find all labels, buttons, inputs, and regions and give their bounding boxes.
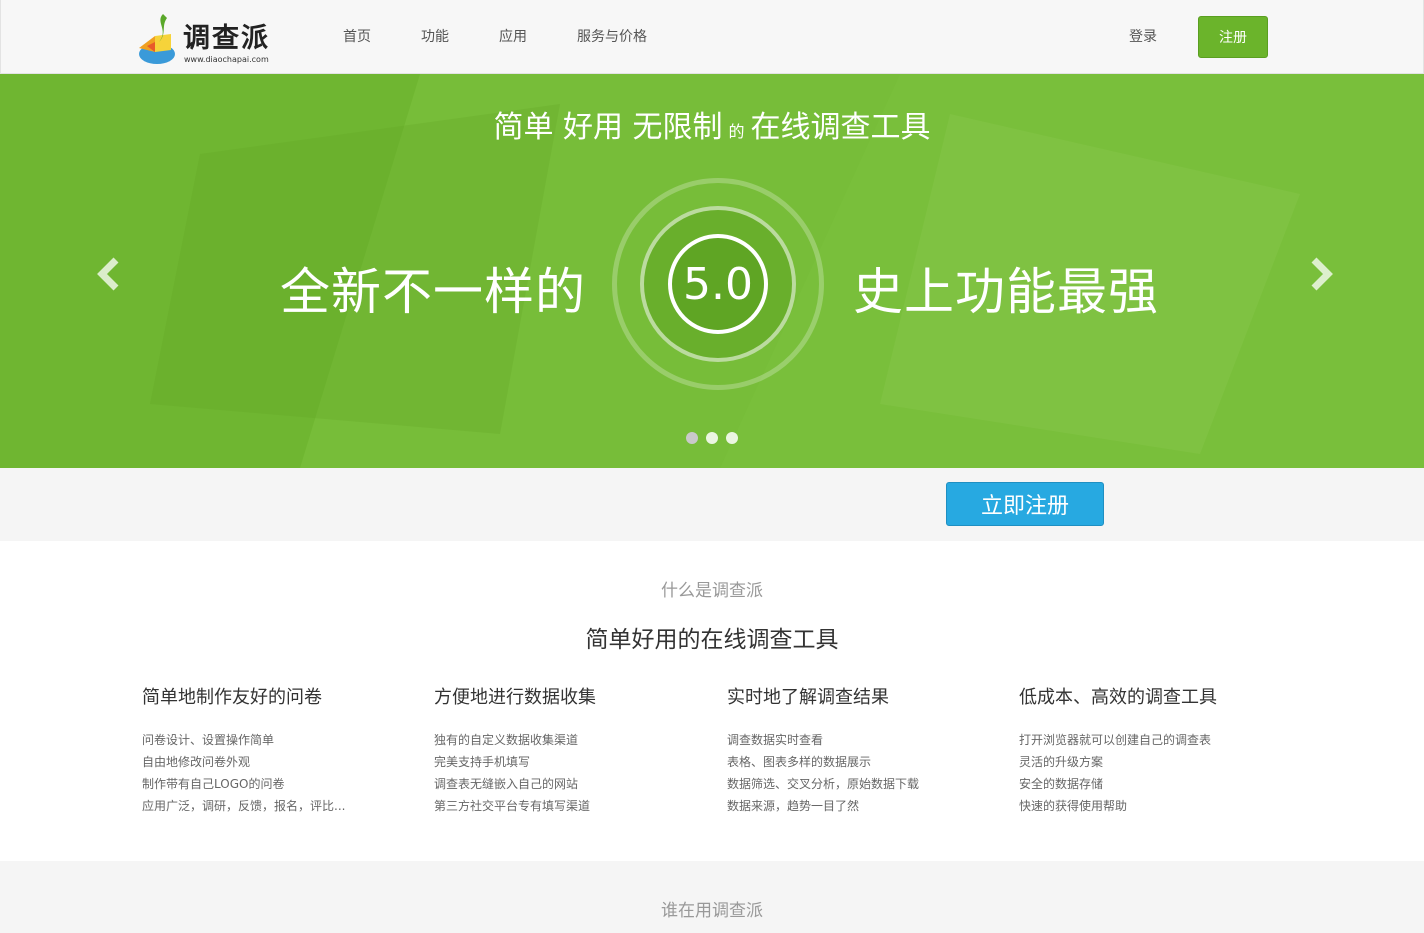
feature-column: 简单地制作友好的问卷 问卷设计、设置操作简单 自由地修改问卷外观 制作带有自己L… bbox=[142, 683, 422, 817]
register-now-button[interactable]: 立即注册 bbox=[946, 482, 1104, 526]
feature-column: 实时地了解调查结果 调查数据实时查看 表格、图表多样的数据展示 数据筛选、交叉分… bbox=[727, 683, 1007, 817]
feature-heading: 方便地进行数据收集 bbox=[434, 687, 596, 708]
cta-strip: 立即注册 bbox=[0, 468, 1424, 541]
banner-right-text: 史上功能最强 bbox=[853, 263, 1159, 321]
who-uses-section: 谁在用调查派 bbox=[0, 861, 1424, 933]
feature-item: 第三方社交平台专有填写渠道 bbox=[434, 799, 591, 813]
feature-item: 应用广泛，调研，反馈，报名，评比... bbox=[142, 799, 346, 813]
feature-item: 快速的获得使用帮助 bbox=[1019, 799, 1128, 813]
feature-item: 完美支持手机填写 bbox=[434, 755, 531, 769]
feature-item: 数据筛选、交叉分析，原始数据下载 bbox=[727, 777, 920, 791]
logo-text: 调查派 bbox=[183, 23, 270, 54]
register-button[interactable]: 注册 bbox=[1198, 16, 1268, 58]
feature-item: 调查表无缝嵌入自己的网站 bbox=[434, 777, 579, 791]
feature-item: 灵活的升级方案 bbox=[1019, 755, 1104, 769]
nav-apps[interactable]: 应用 bbox=[499, 26, 527, 46]
about-title: 简单好用的在线调查工具 bbox=[585, 627, 839, 653]
banner-title: 简单 好用 无限制的在线调查工具 bbox=[0, 102, 1424, 146]
chevron-left-icon[interactable] bbox=[94, 254, 124, 294]
feature-column: 低成本、高效的调查工具 打开浏览器就可以创建自己的调查表 灵活的升级方案 安全的… bbox=[1019, 683, 1299, 817]
carousel-dot[interactable] bbox=[726, 432, 738, 444]
feature-heading: 简单地制作友好的问卷 bbox=[142, 687, 322, 708]
logo-url: www.diaochapai.com bbox=[184, 55, 269, 64]
about-subtitle: 什么是调查派 bbox=[661, 581, 763, 601]
feature-heading: 实时地了解调查结果 bbox=[727, 687, 889, 708]
feature-item: 表格、图表多样的数据展示 bbox=[727, 755, 872, 769]
banner-title-part2: 在线调查工具 bbox=[750, 110, 931, 145]
logo-icon bbox=[139, 14, 175, 64]
chevron-right-icon[interactable] bbox=[1306, 254, 1336, 294]
banner-title-part1: 简单 好用 无限制 bbox=[493, 110, 723, 145]
site-header: 调查派 www.diaochapai.com 首页 功能 应用 服务与价格 登录… bbox=[0, 0, 1424, 74]
feature-heading: 低成本、高效的调查工具 bbox=[1019, 687, 1217, 708]
who-uses-title: 谁在用调查派 bbox=[661, 901, 763, 921]
feature-item: 调查数据实时查看 bbox=[727, 733, 824, 747]
carousel-indicators bbox=[686, 432, 746, 444]
carousel-dot[interactable] bbox=[686, 432, 698, 444]
feature-column: 方便地进行数据收集 独有的自定义数据收集渠道 完美支持手机填写 调查表无缝嵌入自… bbox=[434, 683, 714, 817]
version-badge: 5.0 bbox=[668, 234, 768, 334]
nav-home[interactable]: 首页 bbox=[343, 26, 371, 46]
feature-item: 独有的自定义数据收集渠道 bbox=[434, 733, 579, 747]
nav-pricing[interactable]: 服务与价格 bbox=[577, 26, 647, 46]
feature-item: 数据来源，趋势一目了然 bbox=[727, 799, 860, 813]
feature-item: 制作带有自己LOGO的问卷 bbox=[142, 777, 285, 791]
carousel-dot[interactable] bbox=[706, 432, 718, 444]
feature-item: 自由地修改问卷外观 bbox=[142, 755, 251, 769]
nav-features[interactable]: 功能 bbox=[421, 26, 449, 46]
banner-title-small: 的 bbox=[728, 122, 745, 141]
feature-item: 安全的数据存储 bbox=[1019, 777, 1104, 791]
feature-item: 打开浏览器就可以创建自己的调查表 bbox=[1019, 733, 1212, 747]
feature-item: 问卷设计、设置操作简单 bbox=[142, 733, 275, 747]
hero-carousel: 简单 好用 无限制的在线调查工具 全新不一样的 5.0 史上功能最强 bbox=[0, 74, 1424, 468]
login-link[interactable]: 登录 bbox=[1129, 26, 1157, 46]
site-logo[interactable]: 调查派 www.diaochapai.com bbox=[137, 12, 277, 68]
banner-left-text: 全新不一样的 bbox=[280, 263, 586, 321]
main-nav: 首页 功能 应用 服务与价格 bbox=[343, 26, 697, 46]
